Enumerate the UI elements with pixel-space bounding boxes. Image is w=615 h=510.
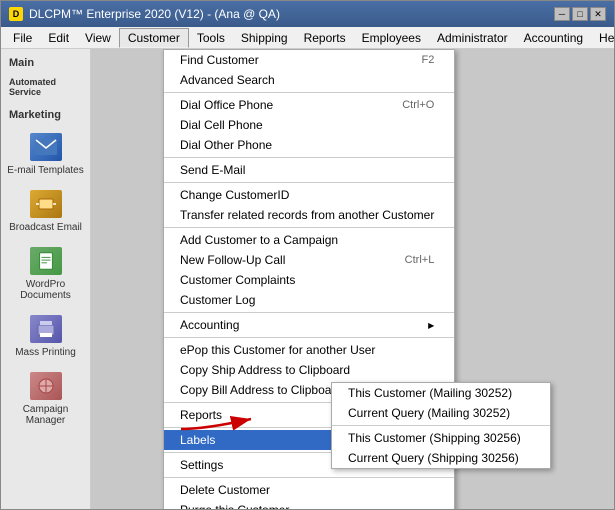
close-button[interactable]: ✕ [590,7,606,21]
menu-find-customer[interactable]: Find Customer F2 [164,50,454,70]
menu-employees[interactable]: Employees [354,29,429,47]
sidebar-section-main: Main [1,53,90,73]
menu-new-followup[interactable]: New Follow-Up Call Ctrl+L [164,250,454,270]
campaign-manager-label: Campaign Manager [5,404,86,426]
menu-file[interactable]: File [5,29,40,47]
main-window: D DLCPM™ Enterprise 2020 (V12) - (Ana @ … [0,0,615,510]
mass-printing-label: Mass Printing [15,347,76,358]
sidebar-section-marketing: Marketing [1,105,90,125]
label-this-mailing[interactable]: This Customer (Mailing 30252) [332,383,550,403]
email-templates-icon [30,131,62,163]
menu-tools[interactable]: Tools [189,29,233,47]
menu-view[interactable]: View [77,29,119,47]
main-content: Main Automated Service Marketing E-mail … [1,49,614,509]
menu-help[interactable]: Help [591,29,615,47]
wordpro-icon [30,245,62,277]
label-query-mailing[interactable]: Current Query (Mailing 30252) [332,403,550,423]
separator-10 [164,477,454,478]
sidebar-section-automated: Automated Service [1,73,90,101]
sidebar-item-broadcast-email[interactable]: Broadcast Email [1,182,90,239]
window-controls: ─ □ ✕ [554,7,606,21]
menu-accounting-sub[interactable]: Accounting ▶ [164,315,454,335]
separator-5 [164,312,454,313]
menu-delete-customer[interactable]: Delete Customer [164,480,454,500]
menu-edit[interactable]: Edit [40,29,77,47]
mass-printing-icon [30,313,62,345]
sidebar-item-email-templates[interactable]: E-mail Templates [1,125,90,182]
menu-send-email[interactable]: Send E-Mail [164,160,454,180]
menu-accounting[interactable]: Accounting [516,29,591,47]
separator-3 [164,182,454,183]
label-this-shipping[interactable]: This Customer (Shipping 30256) [332,428,550,448]
minimize-button[interactable]: ─ [554,7,570,21]
title-bar: D DLCPM™ Enterprise 2020 (V12) - (Ana @ … [1,1,614,27]
app-icon: D [9,7,23,21]
separator-2 [164,157,454,158]
separator-6 [164,337,454,338]
menu-customer-log[interactable]: Customer Log [164,290,454,310]
menu-complaints[interactable]: Customer Complaints [164,270,454,290]
menu-dial-cell[interactable]: Dial Cell Phone [164,115,454,135]
menu-dial-other[interactable]: Dial Other Phone [164,135,454,155]
window-title: DLCPM™ Enterprise 2020 (V12) - (Ana @ QA… [29,7,280,21]
menu-reports[interactable]: Reports [296,29,354,47]
menu-dial-office[interactable]: Dial Office Phone Ctrl+O [164,95,454,115]
title-bar-left: D DLCPM™ Enterprise 2020 (V12) - (Ana @ … [9,7,280,21]
email-templates-label: E-mail Templates [7,165,84,176]
labels-submenu: This Customer (Mailing 30252) Current Qu… [331,382,551,469]
broadcast-email-label: Broadcast Email [9,222,82,233]
menu-copy-ship[interactable]: Copy Ship Address to Clipboard [164,360,454,380]
campaign-manager-icon [30,370,62,402]
menu-purge-customer[interactable]: Purge this Customer [164,500,454,509]
wordpro-label: WordPro Documents [5,279,86,301]
sidebar-item-mass-printing[interactable]: Mass Printing [1,307,90,364]
label-query-shipping[interactable]: Current Query (Shipping 30256) [332,448,550,468]
menu-administrator[interactable]: Administrator [429,29,516,47]
sidebar: Main Automated Service Marketing E-mail … [1,49,91,509]
menu-customer[interactable]: Customer [119,28,189,48]
menu-change-customerid[interactable]: Change CustomerID [164,185,454,205]
menu-bar: File Edit View Customer Tools Shipping R… [1,27,614,49]
sidebar-item-wordpro[interactable]: WordPro Documents [1,239,90,307]
sidebar-item-campaign-manager[interactable]: Campaign Manager [1,364,90,432]
work-area: Find Customer F2 Advanced Search Dial Of… [91,49,614,509]
broadcast-icon [30,188,62,220]
menu-advanced-search[interactable]: Advanced Search [164,70,454,90]
menu-epop[interactable]: ePop this Customer for another User [164,340,454,360]
label-separator [332,425,550,426]
menu-add-campaign[interactable]: Add Customer to a Campaign [164,230,454,250]
menu-transfer-records[interactable]: Transfer related records from another Cu… [164,205,454,225]
separator-4 [164,227,454,228]
menu-shipping[interactable]: Shipping [233,29,296,47]
separator-1 [164,92,454,93]
maximize-button[interactable]: □ [572,7,588,21]
